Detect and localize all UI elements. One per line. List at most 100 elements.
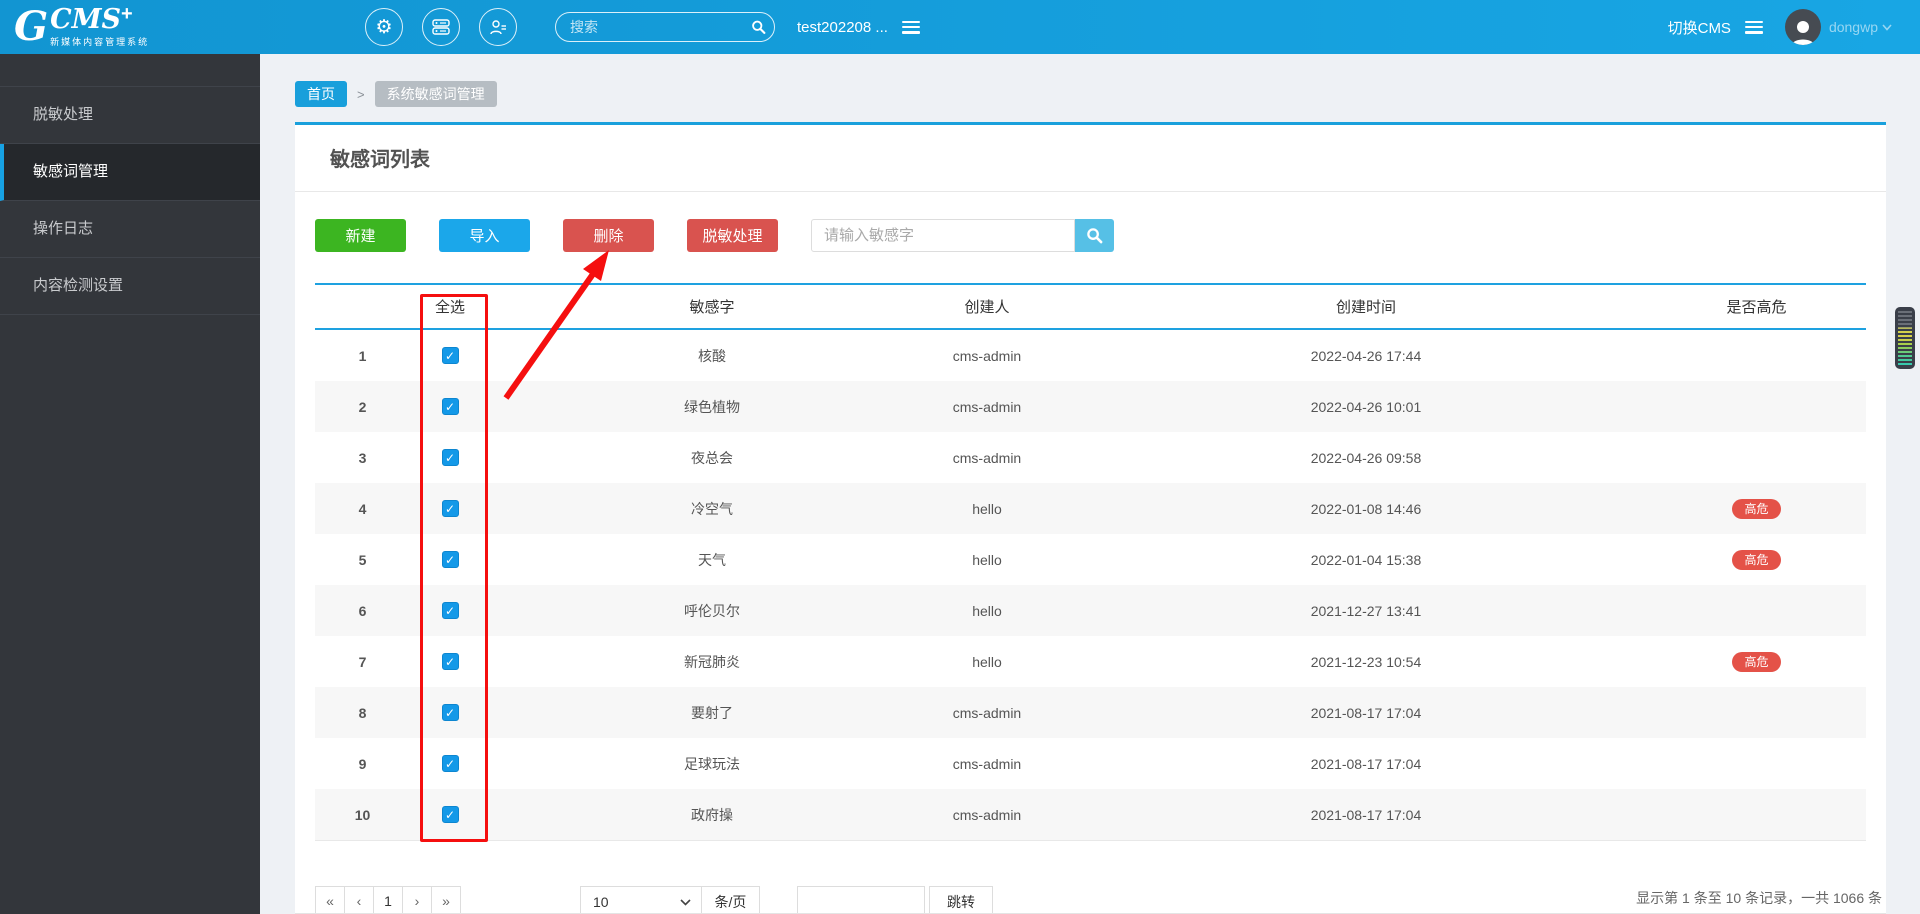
table-bottom-border — [315, 840, 1866, 841]
desensitize-button[interactable]: 脱敏处理 — [687, 219, 778, 252]
row-word: 绿色植物 — [490, 397, 934, 417]
chevron-down-icon — [680, 899, 691, 906]
sensitive-words-panel: 敏感词列表 新建 导入 删除 脱敏处理 全选 敏感字 — [295, 122, 1886, 914]
global-search — [555, 12, 775, 42]
new-button[interactable]: 新建 — [315, 219, 406, 252]
page-first-button[interactable]: « — [315, 886, 345, 914]
table-header-row: 全选 敏感字 创建人 创建时间 是否高危 — [315, 283, 1866, 330]
cms-menu-icon[interactable] — [1745, 21, 1763, 34]
avatar[interactable] — [1785, 9, 1821, 45]
toolbar: 新建 导入 删除 脱敏处理 — [295, 192, 1886, 252]
current-site-name[interactable]: test202208 ... — [797, 19, 888, 36]
row-created: 2021-12-27 13:41 — [1040, 603, 1692, 619]
word-search-input[interactable] — [811, 219, 1075, 252]
page-size-value: 10 — [593, 894, 609, 910]
row-checkbox[interactable]: ✓ — [442, 755, 459, 772]
table-row: 2 ✓ 绿色植物 cms-admin 2022-04-26 10:01 高危 — [315, 381, 1866, 432]
top-header: G CMS + 新媒体内容管理系统 ⚙ — [0, 0, 1920, 54]
logo-plus: + — [121, 6, 133, 22]
row-created: 2022-01-04 15:38 — [1040, 552, 1692, 568]
user-management-icon[interactable] — [479, 8, 517, 46]
row-creator: cms-admin — [934, 807, 1040, 823]
row-creator: hello — [934, 654, 1040, 670]
row-creator: cms-admin — [934, 705, 1040, 721]
modules-server-icon[interactable] — [422, 8, 460, 46]
table-row: 3 ✓ 夜总会 cms-admin 2022-04-26 09:58 高危 — [315, 432, 1866, 483]
pagination: « ‹ 1 › » 10 条/页 跳转 显示第 1 条至 10 条记录，一共 1… — [295, 886, 1886, 914]
breadcrumb-home[interactable]: 首页 — [295, 81, 347, 107]
global-search-input[interactable] — [570, 19, 751, 35]
sidebar-item-desensitize[interactable]: 脱敏处理 — [0, 87, 260, 144]
row-created: 2021-08-17 17:04 — [1040, 756, 1692, 772]
row-creator: hello — [934, 552, 1040, 568]
search-icon[interactable] — [751, 18, 766, 36]
chevron-down-icon — [1882, 24, 1892, 31]
switch-cms-button[interactable]: 切换CMS — [1668, 17, 1731, 38]
sidebar-item-operation-log[interactable]: 操作日志 — [0, 201, 260, 258]
row-index: 6 — [315, 603, 410, 619]
row-creator: cms-admin — [934, 348, 1040, 364]
logo-text: CMS — [50, 6, 121, 33]
row-checkbox[interactable]: ✓ — [442, 500, 459, 517]
row-index: 5 — [315, 552, 410, 568]
per-page-label: 条/页 — [702, 886, 760, 914]
row-checkbox[interactable]: ✓ — [442, 602, 459, 619]
row-word: 核酸 — [490, 346, 934, 366]
row-checkbox[interactable]: ✓ — [442, 653, 459, 670]
row-creator: hello — [934, 603, 1040, 619]
row-index: 10 — [315, 807, 410, 823]
select-all-link[interactable]: 全选 — [410, 296, 490, 317]
page-last-button[interactable]: » — [431, 886, 461, 914]
scroll-indicator-stripes — [1898, 311, 1912, 365]
row-creator: cms-admin — [934, 756, 1040, 772]
page-prev-button[interactable]: ‹ — [344, 886, 374, 914]
import-button[interactable]: 导入 — [439, 219, 530, 252]
breadcrumb-separator: > — [357, 87, 365, 102]
header-creator: 创建人 — [934, 296, 1040, 317]
main-content: 首页 > 系统敏感词管理 敏感词列表 新建 导入 删除 脱敏处理 — [260, 54, 1920, 914]
user-card-icon — [488, 17, 508, 37]
row-checkbox[interactable]: ✓ — [442, 347, 459, 364]
page-number-button[interactable]: 1 — [373, 886, 403, 914]
person-icon — [1788, 17, 1818, 45]
row-checkbox[interactable]: ✓ — [442, 449, 459, 466]
table-row: 4 ✓ 冷空气 hello 2022-01-08 14:46 高危 — [315, 483, 1866, 534]
row-checkbox[interactable]: ✓ — [442, 398, 459, 415]
row-created: 2022-04-26 09:58 — [1040, 450, 1692, 466]
table-row: 7 ✓ 新冠肺炎 hello 2021-12-23 10:54 高危 — [315, 636, 1866, 687]
table-row: 10 ✓ 政府操 cms-admin 2021-08-17 17:04 高危 — [315, 789, 1866, 840]
row-created: 2021-08-17 17:04 — [1040, 807, 1692, 823]
sidebar-item-sensitive-words[interactable]: 敏感词管理 — [0, 144, 260, 201]
row-checkbox[interactable]: ✓ — [442, 704, 459, 721]
delete-button[interactable]: 删除 — [563, 219, 654, 252]
username-dropdown[interactable]: dongwp — [1829, 19, 1892, 35]
table-row: 5 ✓ 天气 hello 2022-01-04 15:38 高危 — [315, 534, 1866, 585]
breadcrumb-current: 系统敏感词管理 — [375, 81, 497, 107]
sidebar-top-spacer — [0, 54, 260, 87]
page-size-select[interactable]: 10 — [580, 886, 702, 914]
risk-badge: 高危 — [1732, 499, 1780, 519]
username-label: dongwp — [1829, 19, 1878, 35]
row-creator: cms-admin — [934, 399, 1040, 415]
page-next-button[interactable]: › — [402, 886, 432, 914]
row-checkbox[interactable]: ✓ — [442, 806, 459, 823]
row-index: 2 — [315, 399, 410, 415]
row-creator: cms-admin — [934, 450, 1040, 466]
site-menu-icon[interactable] — [902, 21, 920, 34]
row-word: 夜总会 — [490, 448, 934, 468]
word-search-button[interactable] — [1075, 219, 1114, 252]
settings-gear-icon[interactable]: ⚙ — [365, 8, 403, 46]
row-index: 9 — [315, 756, 410, 772]
header-word: 敏感字 — [490, 296, 934, 317]
risk-badge: 高危 — [1732, 652, 1780, 672]
row-word: 要射了 — [490, 703, 934, 723]
row-created: 2022-01-08 14:46 — [1040, 501, 1692, 517]
jump-button[interactable]: 跳转 — [929, 886, 993, 914]
pager: « ‹ 1 › » — [315, 886, 461, 914]
row-index: 3 — [315, 450, 410, 466]
jump-page-input[interactable] — [797, 886, 925, 914]
sidebar-item-content-detection[interactable]: 内容检测设置 — [0, 258, 260, 315]
scroll-indicator-widget[interactable] — [1895, 307, 1915, 369]
row-checkbox[interactable]: ✓ — [442, 551, 459, 568]
server-icon — [431, 17, 451, 37]
